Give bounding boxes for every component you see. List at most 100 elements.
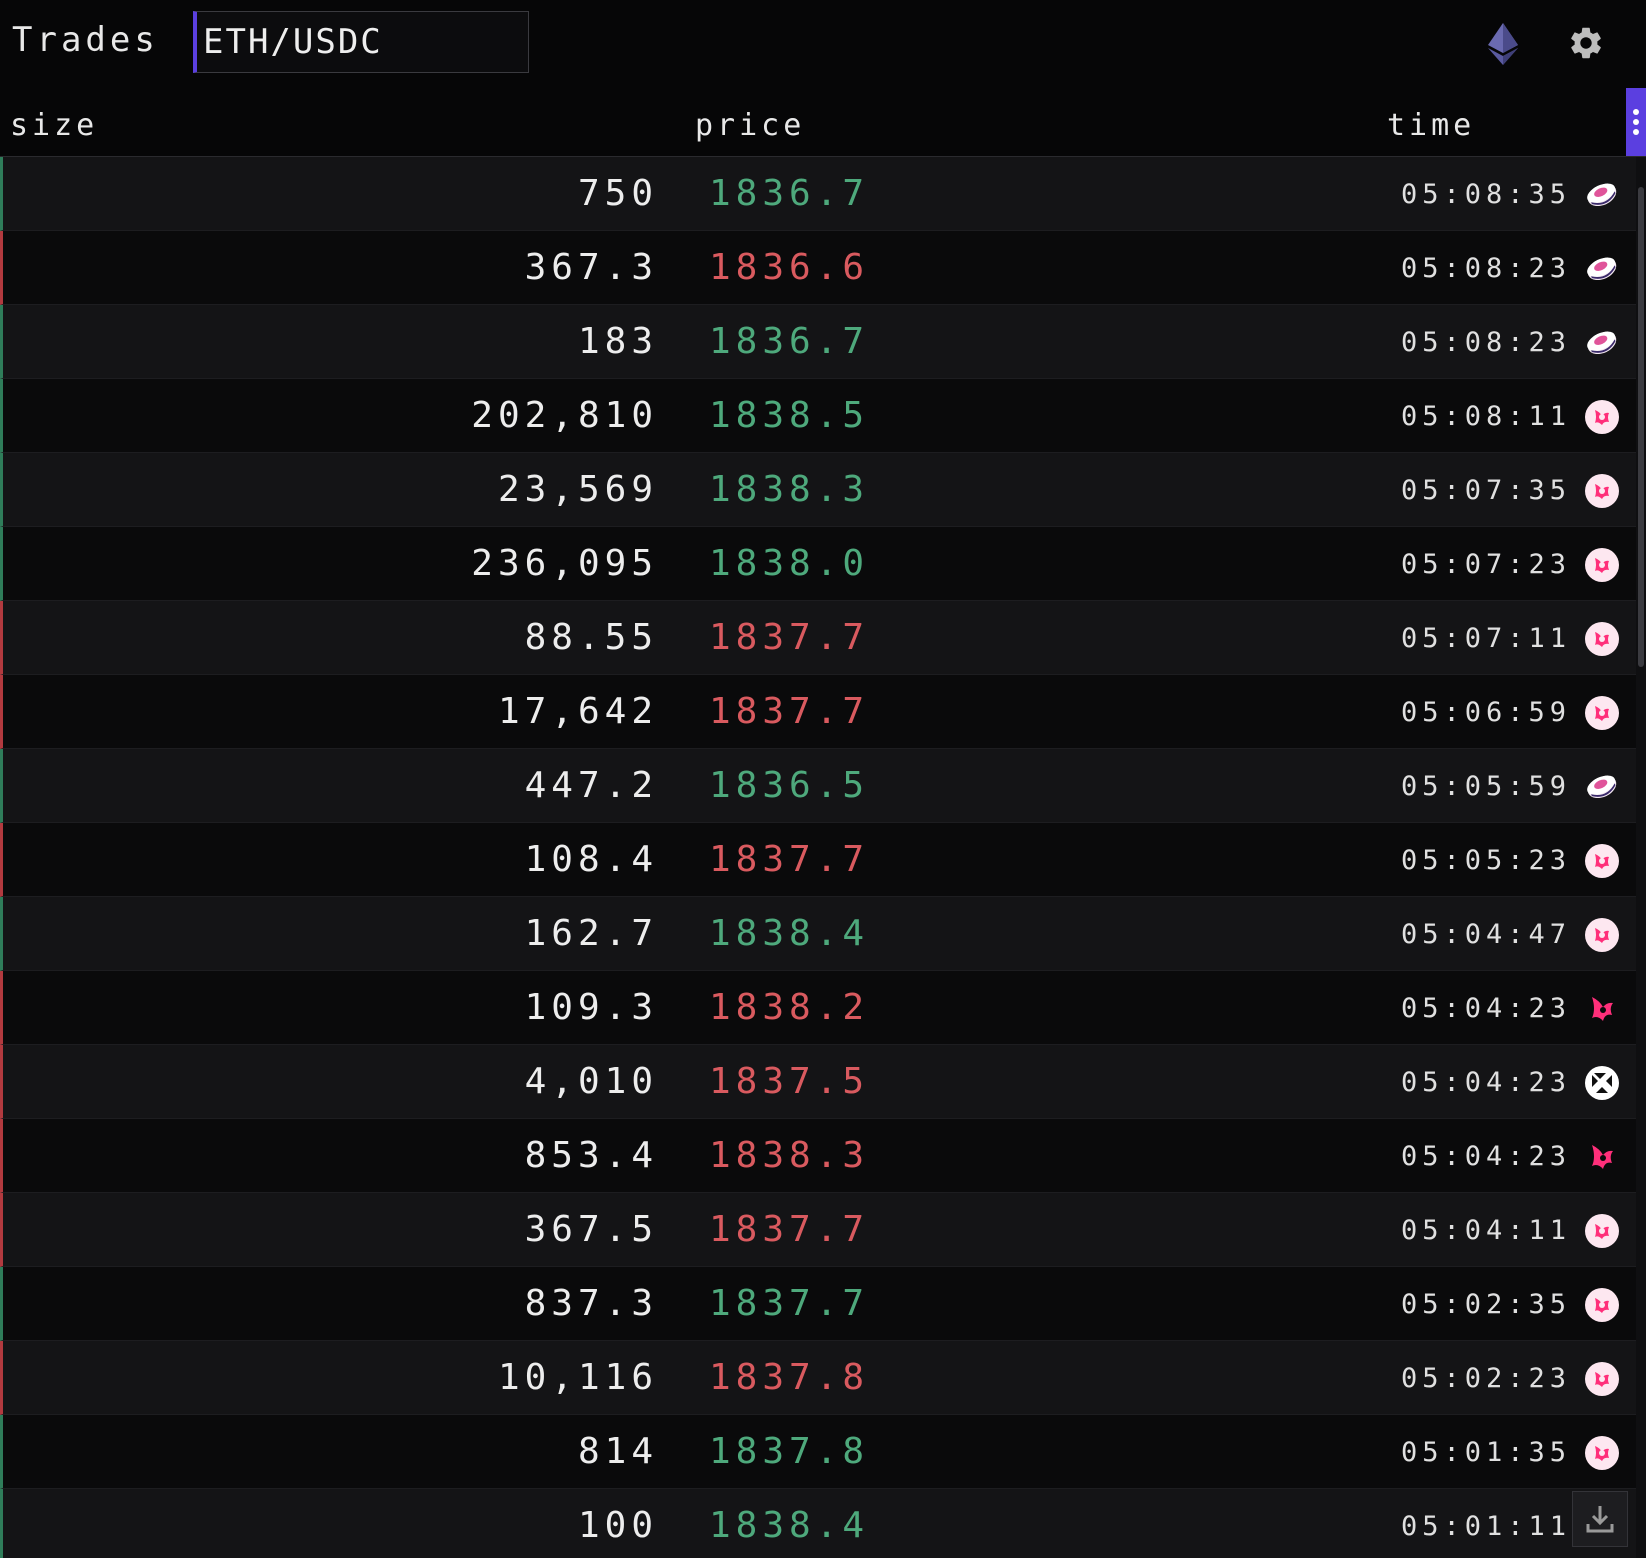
trade-price: 1838.0 bbox=[709, 543, 870, 584]
trade-time: 05:06:59 bbox=[1401, 697, 1572, 728]
trade-time: 05:02:35 bbox=[1401, 1289, 1572, 1320]
trade-price: 1838.3 bbox=[709, 1135, 870, 1176]
trade-row[interactable]: 447.2 1836.5 05:05:59 bbox=[0, 749, 1636, 823]
symbol-input[interactable] bbox=[193, 11, 529, 73]
trade-price: 1837.7 bbox=[709, 1209, 870, 1250]
trade-size: 88.55 bbox=[524, 617, 658, 658]
trade-size: 367.3 bbox=[524, 247, 658, 288]
trade-time: 05:08:23 bbox=[1401, 327, 1572, 358]
column-header-time[interactable]: time bbox=[1387, 108, 1475, 143]
trade-size: 109.3 bbox=[524, 987, 658, 1028]
trade-row[interactable]: 837.3 1837.7 05:02:35 bbox=[0, 1267, 1636, 1341]
trade-size: 447.2 bbox=[524, 765, 658, 806]
trade-price: 1836.6 bbox=[709, 247, 870, 288]
trade-price: 1838.2 bbox=[709, 987, 870, 1028]
uniswap-v3-icon bbox=[1585, 548, 1619, 582]
trade-row[interactable]: 108.4 1837.7 05:05:23 bbox=[0, 823, 1636, 897]
scrollbar[interactable] bbox=[1636, 157, 1646, 1558]
uniswap-v3-icon bbox=[1585, 622, 1619, 656]
trade-row[interactable]: 4,010 1837.5 05:04:23 bbox=[0, 1045, 1636, 1119]
trade-time: 05:07:35 bbox=[1401, 475, 1572, 506]
trade-price: 1838.4 bbox=[709, 913, 870, 954]
trade-row[interactable]: 367.3 1836.6 05:08:23 bbox=[0, 231, 1636, 305]
uniswap-v3-icon bbox=[1585, 1362, 1619, 1396]
trade-row[interactable]: 183 1836.7 05:08:23 bbox=[0, 305, 1636, 379]
trade-size: 183 bbox=[577, 321, 658, 362]
trade-time: 05:04:23 bbox=[1401, 1141, 1572, 1172]
trade-size: 367.5 bbox=[524, 1209, 658, 1250]
trade-row[interactable]: 109.3 1838.2 05:04:23 bbox=[0, 971, 1636, 1045]
uniswap-v3-icon bbox=[1585, 1436, 1619, 1470]
trade-row[interactable]: 236,095 1838.0 05:07:23 bbox=[0, 527, 1636, 601]
dot-icon bbox=[1633, 129, 1639, 135]
trades-panel: Trades size price time 750 1836.7 05:08:35… bbox=[0, 0, 1646, 1558]
sushiswap-icon bbox=[1587, 183, 1617, 207]
trade-size: 853.4 bbox=[524, 1135, 658, 1176]
uniswap-v3-icon bbox=[1585, 696, 1619, 730]
trade-time: 05:08:35 bbox=[1401, 179, 1572, 210]
uniswap-v3-icon bbox=[1585, 1214, 1619, 1248]
trade-row[interactable]: 23,569 1838.3 05:07:35 bbox=[0, 453, 1636, 527]
trade-row[interactable]: 17,642 1837.7 05:06:59 bbox=[0, 675, 1636, 749]
trade-row[interactable]: 10,116 1837.8 05:02:23 bbox=[0, 1341, 1636, 1415]
column-menu-button[interactable] bbox=[1626, 88, 1646, 156]
table-header: size price time bbox=[0, 88, 1646, 157]
trade-price: 1836.7 bbox=[709, 321, 870, 362]
sushiswap-icon bbox=[1587, 257, 1617, 281]
trade-row[interactable]: 750 1836.7 05:08:35 bbox=[0, 157, 1636, 231]
trade-size: 750 bbox=[577, 173, 658, 214]
download-icon bbox=[1586, 1506, 1614, 1533]
trade-row[interactable]: 88.55 1837.7 05:07:11 bbox=[0, 601, 1636, 675]
trade-price: 1837.5 bbox=[709, 1061, 870, 1102]
trade-row[interactable]: 853.4 1838.3 05:04:23 bbox=[0, 1119, 1636, 1193]
column-header-size[interactable]: size bbox=[10, 108, 98, 143]
trade-price: 1837.8 bbox=[709, 1357, 870, 1398]
trade-size: 23,569 bbox=[497, 469, 658, 510]
trade-price: 1837.8 bbox=[709, 1431, 870, 1472]
trade-price: 1837.7 bbox=[709, 617, 870, 658]
trade-price: 1838.3 bbox=[709, 469, 870, 510]
uniswap-v3-icon bbox=[1585, 1288, 1619, 1322]
trade-time: 05:01:11 bbox=[1401, 1511, 1572, 1542]
trade-time: 05:01:35 bbox=[1401, 1437, 1572, 1468]
trade-row[interactable]: 367.5 1837.7 05:04:11 bbox=[0, 1193, 1636, 1267]
trades-list[interactable]: 750 1836.7 05:08:35 367.3 1836.6 05:08:23 183 1… bbox=[0, 157, 1636, 1558]
trade-size: 108.4 bbox=[524, 839, 658, 880]
trade-time: 05:04:23 bbox=[1401, 1067, 1572, 1098]
trade-time: 05:07:23 bbox=[1401, 549, 1572, 580]
trade-time: 05:07:11 bbox=[1401, 623, 1572, 654]
trade-time: 05:05:59 bbox=[1401, 771, 1572, 802]
trade-time: 05:05:23 bbox=[1401, 845, 1572, 876]
trade-price: 1838.5 bbox=[709, 395, 870, 436]
trade-price: 1837.7 bbox=[709, 1283, 870, 1324]
dot-icon bbox=[1633, 109, 1639, 115]
trade-row[interactable]: 162.7 1838.4 05:04:47 bbox=[0, 897, 1636, 971]
uniswap-v3-icon bbox=[1585, 474, 1619, 508]
zero-x-icon bbox=[1585, 1066, 1619, 1100]
trade-price: 1836.5 bbox=[709, 765, 870, 806]
trade-row[interactable]: 814 1837.8 05:01:35 bbox=[0, 1415, 1636, 1489]
trade-size: 17,642 bbox=[497, 691, 658, 732]
trade-time: 05:04:47 bbox=[1401, 919, 1572, 950]
sushiswap-icon bbox=[1587, 775, 1617, 799]
trade-size: 202,810 bbox=[471, 395, 658, 436]
dot-icon bbox=[1633, 119, 1639, 125]
trade-row[interactable]: 202,810 1838.5 05:08:11 bbox=[0, 379, 1636, 453]
trade-size: 10,116 bbox=[497, 1357, 658, 1398]
trade-price: 1836.7 bbox=[709, 173, 870, 214]
trade-row[interactable]: 100 1838.4 05:01:11 bbox=[0, 1489, 1636, 1558]
trade-time: 05:08:23 bbox=[1401, 253, 1572, 284]
column-header-price[interactable]: price bbox=[695, 108, 805, 143]
ethereum-icon[interactable] bbox=[1488, 23, 1518, 65]
trade-time: 05:04:23 bbox=[1401, 993, 1572, 1024]
trade-size: 100 bbox=[577, 1505, 658, 1546]
uniswap-v2-icon bbox=[1592, 997, 1613, 1021]
trade-size: 236,095 bbox=[471, 543, 658, 584]
trade-size: 814 bbox=[577, 1431, 658, 1472]
gear-icon[interactable] bbox=[1567, 24, 1605, 62]
trade-size: 837.3 bbox=[524, 1283, 658, 1324]
trade-time: 05:04:11 bbox=[1401, 1215, 1572, 1246]
download-button[interactable] bbox=[1572, 1491, 1628, 1547]
scrollbar-thumb[interactable] bbox=[1638, 187, 1644, 667]
trade-price: 1837.7 bbox=[709, 839, 870, 880]
